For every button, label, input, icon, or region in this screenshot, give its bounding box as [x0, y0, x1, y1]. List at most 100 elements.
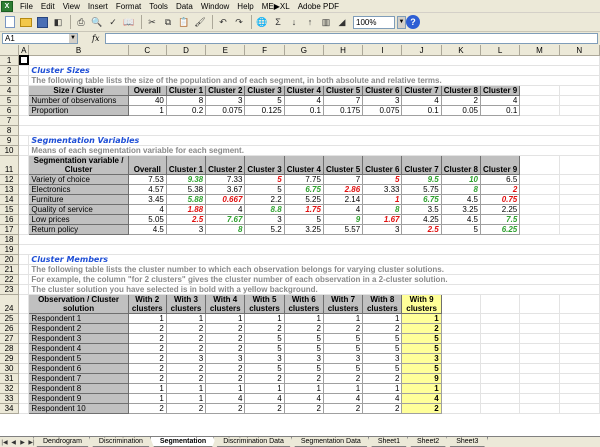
segmentation-cell[interactable]: 10 — [440, 173, 482, 185]
member-cell[interactable]: 1 — [165, 382, 207, 394]
member-cell[interactable]: 5 — [283, 332, 324, 344]
hyperlink-icon[interactable]: 🌐 — [255, 15, 269, 29]
menu-edit[interactable]: Edit — [37, 0, 59, 13]
segmentation-cell[interactable]: 5 — [440, 223, 482, 235]
tab-dendrogram[interactable]: Dendrogram — [33, 437, 92, 447]
segmentation-cell[interactable]: 4.5 — [440, 213, 482, 225]
sizes-cell[interactable]: 0.1 — [283, 104, 324, 116]
member-cell[interactable]: 2 — [165, 342, 207, 354]
segmentation-cell[interactable]: 5.2 — [244, 223, 285, 235]
help-icon[interactable]: ? — [406, 15, 420, 29]
sizes-row-label[interactable]: Proportion — [28, 104, 129, 116]
member-cell[interactable]: 4 — [205, 392, 246, 404]
member-cell[interactable]: 1 — [401, 382, 442, 394]
segmentation-cell[interactable]: 6.5 — [479, 173, 521, 185]
member-cell[interactable]: 5 — [362, 342, 403, 354]
member-cell[interactable]: 5 — [322, 342, 364, 354]
row-header[interactable]: 21 — [0, 264, 20, 275]
format-painter-icon[interactable]: 🖌 — [193, 15, 207, 29]
copy-icon[interactable]: ⧉ — [161, 15, 175, 29]
col-header-e[interactable]: E — [205, 45, 246, 56]
member-cell[interactable]: 1 — [283, 312, 324, 324]
member-cell[interactable]: 2 — [283, 402, 324, 414]
member-cell[interactable]: 3 — [401, 352, 442, 364]
segmentation-cell[interactable]: 3.25 — [283, 223, 324, 235]
segmentation-cell[interactable]: 1 — [362, 193, 403, 205]
member-cell[interactable]: 1 — [165, 392, 207, 404]
menu-file[interactable]: File — [16, 0, 37, 13]
empty-row[interactable] — [18, 234, 600, 245]
col-header-b[interactable]: B — [28, 45, 129, 56]
row-header[interactable]: 26 — [0, 323, 20, 334]
segmentation-cell[interactable]: 2.25 — [479, 203, 521, 215]
member-row-label[interactable]: Respondent 2 — [28, 322, 129, 334]
insert-function-icon[interactable]: fx — [92, 34, 99, 43]
segmentation-cell[interactable]: 3 — [165, 223, 207, 235]
sizes-cell[interactable]: 0.175 — [322, 104, 364, 116]
member-cell[interactable]: 1 — [127, 392, 167, 404]
name-box[interactable]: A1 ▼ — [2, 33, 78, 44]
segmentation-cell[interactable]: 3.25 — [440, 203, 482, 215]
formula-input[interactable] — [105, 33, 598, 44]
member-row-label[interactable]: Respondent 5 — [28, 352, 129, 364]
segmentation-cell[interactable]: 6.75 — [401, 193, 442, 205]
menu-adobe-pdf[interactable]: Adobe PDF — [294, 0, 343, 13]
research-icon[interactable]: 📖 — [122, 15, 136, 29]
sizes-cell[interactable]: 5 — [244, 94, 285, 106]
segmentation-cell[interactable]: 5.57 — [322, 223, 364, 235]
member-cell[interactable]: 2 — [244, 372, 285, 384]
member-cell[interactable]: 5 — [283, 362, 324, 374]
menu-mexl[interactable]: ME▶XL — [258, 0, 294, 13]
segmentation-cell[interactable]: 1.67 — [362, 213, 403, 225]
zoom-dropdown-icon[interactable]: ▼ — [397, 15, 406, 29]
segmentation-cell[interactable]: 4 — [127, 203, 167, 215]
row-header[interactable]: 9 — [0, 135, 20, 146]
segmentation-cell[interactable]: 4 — [322, 203, 364, 215]
menu-format[interactable]: Format — [112, 0, 145, 13]
sizes-cell[interactable]: 7 — [322, 94, 364, 106]
menu-tools[interactable]: Tools — [145, 0, 172, 13]
col-header-h[interactable]: H — [323, 45, 364, 56]
col-header-m[interactable]: M — [519, 45, 560, 56]
segmentation-cell[interactable]: 2.14 — [322, 193, 364, 205]
member-cell[interactable]: 1 — [322, 312, 364, 324]
member-cell[interactable]: 5 — [244, 332, 285, 344]
member-cell[interactable]: 3 — [205, 352, 246, 364]
select-all-corner[interactable] — [0, 45, 20, 56]
segmentation-cell[interactable]: 9 — [322, 213, 364, 225]
segmentation-cell[interactable]: 1.88 — [165, 203, 207, 215]
sizes-cell[interactable]: 0.075 — [362, 104, 403, 116]
member-cell[interactable]: 2 — [322, 322, 364, 334]
segmentation-cell[interactable]: 3 — [362, 223, 403, 235]
segmentation-row-label[interactable]: Quality of service — [28, 203, 129, 215]
empty-row[interactable] — [18, 125, 600, 136]
sizes-cell[interactable]: 4 — [401, 94, 442, 106]
sizes-cell[interactable]: 40 — [127, 94, 167, 106]
member-cell[interactable]: 2 — [401, 322, 442, 334]
row-header[interactable]: 22 — [0, 274, 20, 285]
sizes-cell[interactable]: 0.2 — [165, 104, 207, 116]
sizes-cell[interactable]: 4 — [479, 94, 521, 106]
member-cell[interactable]: 2 — [165, 372, 207, 384]
sizes-cell[interactable]: 0.075 — [205, 104, 246, 116]
segmentation-cell[interactable]: 2.2 — [244, 193, 285, 205]
segmentation-cell[interactable]: 9.38 — [165, 173, 207, 185]
member-cell[interactable]: 2 — [127, 332, 167, 344]
col-header-l[interactable]: L — [480, 45, 521, 56]
row-header[interactable]: 17 — [0, 224, 20, 235]
member-cell[interactable]: 9 — [401, 372, 442, 384]
sizes-cell[interactable]: 0.1 — [401, 104, 442, 116]
save-icon[interactable] — [35, 15, 49, 29]
col-header-a[interactable]: A — [18, 45, 30, 56]
empty-row[interactable] — [28, 55, 600, 66]
row-header[interactable]: 4 — [0, 85, 20, 96]
name-box-dropdown-icon[interactable]: ▼ — [69, 34, 77, 43]
member-cell[interactable]: 5 — [401, 332, 442, 344]
segmentation-cell[interactable]: 3 — [244, 213, 285, 225]
segmentation-cell[interactable]: 7 — [322, 173, 364, 185]
empty-row[interactable] — [18, 244, 600, 255]
member-cell[interactable]: 2 — [244, 322, 285, 334]
row-header[interactable]: 25 — [0, 313, 20, 324]
member-cell[interactable]: 1 — [362, 382, 403, 394]
excel-app-icon[interactable]: X — [1, 0, 13, 12]
